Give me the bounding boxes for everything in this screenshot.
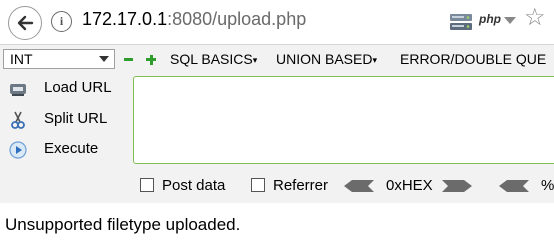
menu-sql-basics[interactable]: SQL BASICS▾ <box>170 51 257 67</box>
site-info-icon[interactable]: i <box>51 11 72 32</box>
server-icon[interactable] <box>448 12 474 32</box>
decode-arrow-left-icon[interactable] <box>344 180 374 192</box>
minus-icon[interactable] <box>124 58 133 61</box>
php-badge[interactable]: php <box>479 12 501 26</box>
bookmark-star-icon[interactable]: ☆ <box>524 6 546 30</box>
url-textarea[interactable] <box>133 76 554 164</box>
menu-union-based[interactable]: UNION BASED▾ <box>276 51 377 67</box>
decode-arrow-left-icon-2[interactable] <box>499 180 529 192</box>
post-data-checkbox[interactable] <box>140 178 154 192</box>
back-button[interactable] <box>8 6 42 40</box>
referrer-checkbox[interactable] <box>251 178 265 192</box>
dropdown-caret-icon: ▾ <box>372 55 377 65</box>
load-url-icon[interactable] <box>8 79 28 99</box>
type-select[interactable]: INT <box>3 49 115 69</box>
chevron-down-icon <box>99 56 109 62</box>
load-url-button[interactable]: Load URL <box>44 79 112 96</box>
menu-label: SQL BASICS <box>170 51 253 67</box>
post-data-label: Post data <box>162 177 226 194</box>
back-arrow-icon <box>17 15 34 31</box>
menu-error-double-query[interactable]: ERROR/DOUBLE QUE <box>400 51 546 67</box>
menu-label: ERROR/DOUBLE QUE <box>400 51 547 67</box>
encoder-url-label: % <box>541 177 554 194</box>
dropdown-caret-icon: ▾ <box>252 55 258 65</box>
encoder-hex-label: 0xHEX <box>386 177 433 194</box>
split-url-button[interactable]: Split URL <box>44 110 107 127</box>
menu-label: UNION BASED <box>276 51 373 67</box>
url-host: 172.17.0.1 <box>82 9 168 29</box>
page-message: Unsupported filetype uploaded. <box>5 215 241 234</box>
plus-icon-vertical <box>149 54 153 65</box>
url-field[interactable]: 172.17.0.1:8080/upload.php <box>82 9 306 30</box>
play-icon[interactable] <box>8 140 28 160</box>
encode-arrow-right-icon[interactable] <box>442 180 472 192</box>
type-select-value: INT <box>10 51 33 67</box>
chevron-down-icon[interactable] <box>504 17 516 24</box>
execute-button[interactable]: Execute <box>44 140 98 157</box>
referrer-label: Referrer <box>273 177 329 194</box>
url-path: :8080/upload.php <box>167 9 307 29</box>
scissors-icon[interactable] <box>8 110 28 130</box>
